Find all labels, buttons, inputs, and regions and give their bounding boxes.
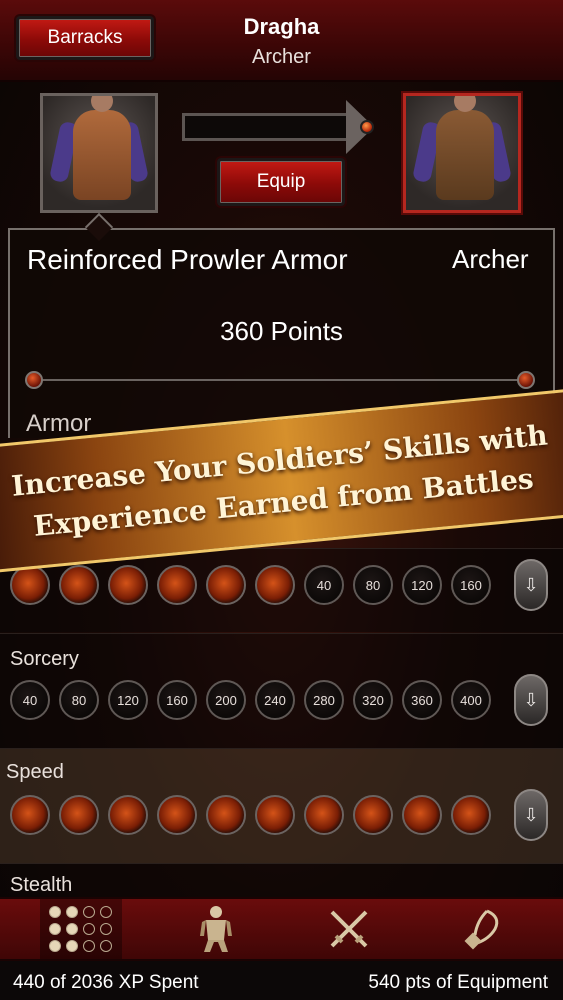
soldier-class: Archer [252,46,311,68]
skill-row-speed: Speed ⇩ [0,748,563,863]
skill-level-filled[interactable] [402,795,442,835]
tab-accessory[interactable] [440,899,522,959]
item-stat-label: Armor [26,410,92,437]
top-bar: Barracks Dragha Archer [0,0,563,82]
skill-level-cost[interactable]: 40 [304,565,344,605]
crossed-swords-icon [330,910,368,948]
soldier-name: Dragha [243,14,320,39]
skill-level-cost[interactable]: 120 [402,565,442,605]
skill-level-filled[interactable] [206,795,246,835]
panel-divider [30,379,530,381]
screen: { "header": { "back_label": "Barracks", … [0,0,563,1000]
skill-level-filled[interactable] [108,795,148,835]
item-name: Reinforced Prowler Armor [27,244,348,275]
skill-level-cost[interactable]: 240 [255,680,295,720]
skill-level-cost[interactable]: 320 [353,680,393,720]
gem-icon [25,371,43,389]
skill-level-filled[interactable] [59,795,99,835]
skill-level-filled[interactable] [157,565,197,605]
xp-spent-text: 440 of 2036 XP Spent [13,972,199,993]
skill-label: Sorcery [10,648,79,670]
gem-icon [517,371,535,389]
skill-level-cost[interactable]: 280 [304,680,344,720]
skill-level-cost[interactable]: 120 [108,680,148,720]
skill-level-cost[interactable]: 80 [353,565,393,605]
armor-figure-icon [73,110,131,200]
skill-label: Stealth [10,874,73,896]
skill-levels: 40 80 120 160 200 240 280 320 360 400 [10,680,491,720]
skill-level-filled[interactable] [255,795,295,835]
equipment-points-text: 540 pts of Equipment [368,972,548,993]
skill-level-cost[interactable]: 40 [10,680,50,720]
skill-upgrade-button[interactable]: ⇩ [514,559,548,611]
armor-figure-icon [200,906,232,952]
skill-level-filled[interactable] [10,565,50,605]
skill-level-filled[interactable] [304,795,344,835]
skill-level-cost[interactable]: 80 [59,680,99,720]
skill-level-filled[interactable] [451,795,491,835]
item-class: Archer [452,244,529,274]
grid-dots-icon [49,905,113,953]
skill-level-cost[interactable]: 400 [451,680,491,720]
skill-upgrade-button[interactable]: ⇩ [514,674,548,726]
barracks-button[interactable]: Barracks [16,16,154,60]
equip-button[interactable]: Equip [217,158,345,206]
skill-level-cost[interactable]: 360 [402,680,442,720]
skill-row-sorcery: Sorcery 40 80 120 160 200 240 280 320 36… [0,633,563,748]
new-armor-portrait[interactable] [403,93,521,213]
skill-row-stealth: Stealth [0,863,563,897]
skill-level-filled[interactable] [10,795,50,835]
skill-level-filled[interactable] [206,565,246,605]
current-armor-portrait[interactable] [40,93,158,213]
skill-level-cost[interactable]: 160 [157,680,197,720]
skill-level-filled[interactable] [353,795,393,835]
bottom-tab-bar [0,897,563,961]
skill-level-filled[interactable] [157,795,197,835]
item-points: 360 Points [220,316,343,346]
skill-level-filled[interactable] [59,565,99,605]
skill-level-filled[interactable] [108,565,148,605]
gem-icon [360,120,374,134]
skill-level-filled[interactable] [255,565,295,605]
skill-label: Speed [6,761,64,783]
tab-skills[interactable] [40,899,122,959]
tab-armor[interactable] [175,899,257,959]
tab-weapons[interactable] [308,899,390,959]
amulet-icon [464,909,499,950]
skill-upgrade-button[interactable]: ⇩ [514,789,548,841]
skill-levels [10,795,491,835]
skill-level-cost[interactable]: 200 [206,680,246,720]
skill-levels: 40 80 120 160 [10,565,491,605]
armor-figure-icon [436,110,494,200]
skill-level-cost[interactable]: 160 [451,565,491,605]
equip-transfer-track [182,113,352,141]
